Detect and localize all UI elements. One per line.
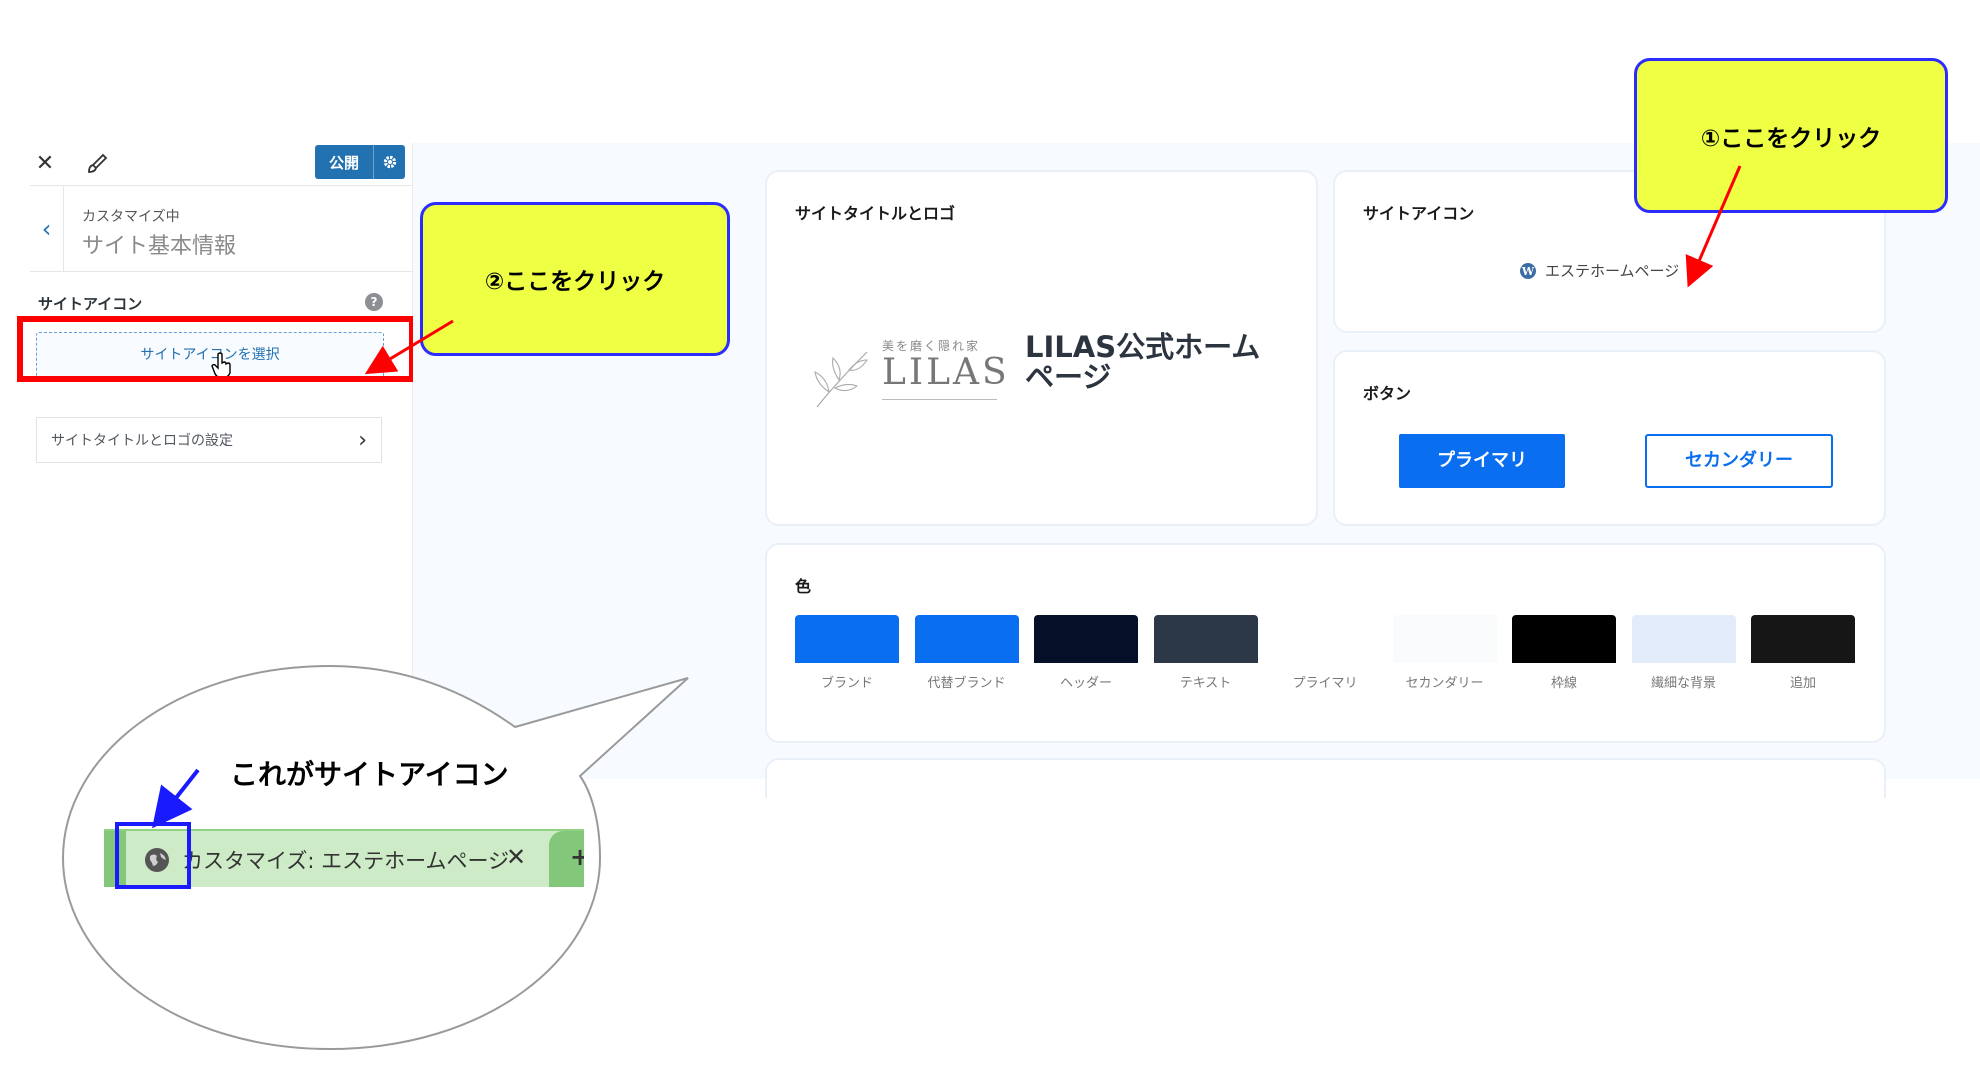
color-swatch[interactable]: [1751, 615, 1855, 663]
arrow-site-icon: [152, 768, 200, 829]
color-card: 色 ブランド 代替ブランド ヘッダー テキスト プライマリ セカンダリー 枠線 繊細な背景 追加: [765, 543, 1886, 743]
color-swatch[interactable]: [914, 615, 1019, 663]
leaf-icon: [814, 351, 869, 408]
svg-text:W: W: [1521, 265, 1535, 278]
color-swatch-label: ヘッダー: [1059, 676, 1112, 691]
title-logo-settings-label: サイトタイトルとロゴの設定: [51, 433, 233, 449]
color-swatch-label: 代替ブランド: [927, 676, 1006, 691]
bubble-caption: これがサイトアイコン: [230, 758, 509, 791]
site-icon-section-label: サイトアイコン: [38, 295, 143, 313]
customizer-sidebar: ✕ 公開 ‹ カスタマイズ中 サイト基本情報 サイトアイコン ? サイトアイコン…: [17, 143, 415, 680]
select-button-highlight: [17, 316, 415, 382]
breadcrumb-title: サイト基本情報: [82, 234, 237, 259]
publish-label: 公開: [328, 153, 359, 172]
publish-button[interactable]: 公開: [315, 145, 405, 179]
color-swatch[interactable]: [1034, 615, 1138, 663]
brush-icon[interactable]: [82, 149, 112, 179]
color-swatch-item[interactable]: ヘッダー: [1034, 615, 1138, 692]
color-card-title: 色: [795, 577, 812, 596]
chevron-right-icon: ›: [358, 427, 367, 453]
color-swatch-item[interactable]: 枠線: [1512, 615, 1616, 692]
close-icon[interactable]: ✕: [30, 149, 60, 179]
site-logo: 美を磨く隠れ家 LILAS: [807, 337, 1007, 417]
breadcrumb: ‹ カスタマイズ中 サイト基本情報: [30, 186, 413, 272]
title-logo-settings-link[interactable]: サイトタイトルとロゴの設定 ›: [36, 417, 382, 463]
color-swatch-label: セカンダリー: [1405, 676, 1484, 691]
site-icon-card-title: サイトアイコン: [1363, 204, 1475, 223]
callout-step-1: ①ここをクリック: [1634, 58, 1948, 213]
title-logo-card[interactable]: サイトタイトルとロゴ 美を磨く隠れ家 LILAS LILAS公式ホームページ: [765, 170, 1318, 526]
site-icon-highlight: [115, 822, 191, 889]
color-swatch-item[interactable]: テキスト: [1153, 615, 1258, 692]
color-swatch-item[interactable]: 追加: [1751, 615, 1855, 692]
color-swatch-item[interactable]: セカンダリー: [1392, 615, 1497, 692]
color-swatch-item[interactable]: プライマリ: [1273, 615, 1377, 692]
gear-icon[interactable]: [373, 145, 405, 179]
tab-title: カスタマイズ: エステホームページ: [182, 849, 510, 873]
callout-step-2: ②ここをクリック: [420, 202, 730, 356]
partial-card: [765, 758, 1886, 798]
help-icon[interactable]: ?: [365, 293, 383, 311]
color-swatch[interactable]: [795, 615, 899, 663]
logo-underline: [882, 399, 997, 400]
wordpress-icon: W: [1520, 262, 1536, 279]
color-swatch-label: ブランド: [820, 676, 873, 691]
chevron-left-icon[interactable]: ‹: [30, 186, 64, 272]
color-swatch-label: 追加: [1789, 676, 1816, 691]
color-swatch-label: プライマリ: [1292, 676, 1358, 691]
color-swatch-label: 枠線: [1550, 676, 1577, 691]
site-icon-site-name: エステホームページ: [1545, 262, 1680, 280]
site-title: LILAS公式ホームページ: [1025, 330, 1261, 394]
color-swatch-item[interactable]: ブランド: [795, 615, 899, 692]
color-swatch[interactable]: [1153, 615, 1258, 663]
color-swatch[interactable]: [1512, 615, 1616, 663]
button-card-title: ボタン: [1363, 384, 1412, 403]
new-tab-icon[interactable]: +: [570, 843, 584, 871]
breadcrumb-sub: カスタマイズ中: [82, 209, 180, 225]
secondary-button[interactable]: セカンダリー: [1645, 434, 1833, 488]
color-swatch-label: 繊細な背景: [1650, 676, 1716, 691]
color-swatch[interactable]: [1631, 615, 1736, 663]
title-logo-card-title: サイトタイトルとロゴ: [795, 204, 956, 223]
color-swatch[interactable]: [1273, 615, 1377, 663]
site-icon-preview: W エステホームページ: [1519, 260, 1679, 281]
primary-button[interactable]: プライマリ: [1399, 434, 1565, 488]
color-swatch-item[interactable]: 代替ブランド: [914, 615, 1019, 692]
tab-close-icon[interactable]: ✕: [506, 843, 526, 871]
button-card: ボタン プライマリ セカンダリー: [1333, 350, 1886, 526]
color-swatch[interactable]: [1392, 615, 1497, 663]
color-swatch-label: テキスト: [1179, 676, 1232, 691]
color-swatch-item[interactable]: 繊細な背景: [1631, 615, 1736, 692]
customizer-topbar: ✕ 公開: [30, 143, 413, 186]
logo-wordmark: LILAS: [882, 352, 1010, 393]
